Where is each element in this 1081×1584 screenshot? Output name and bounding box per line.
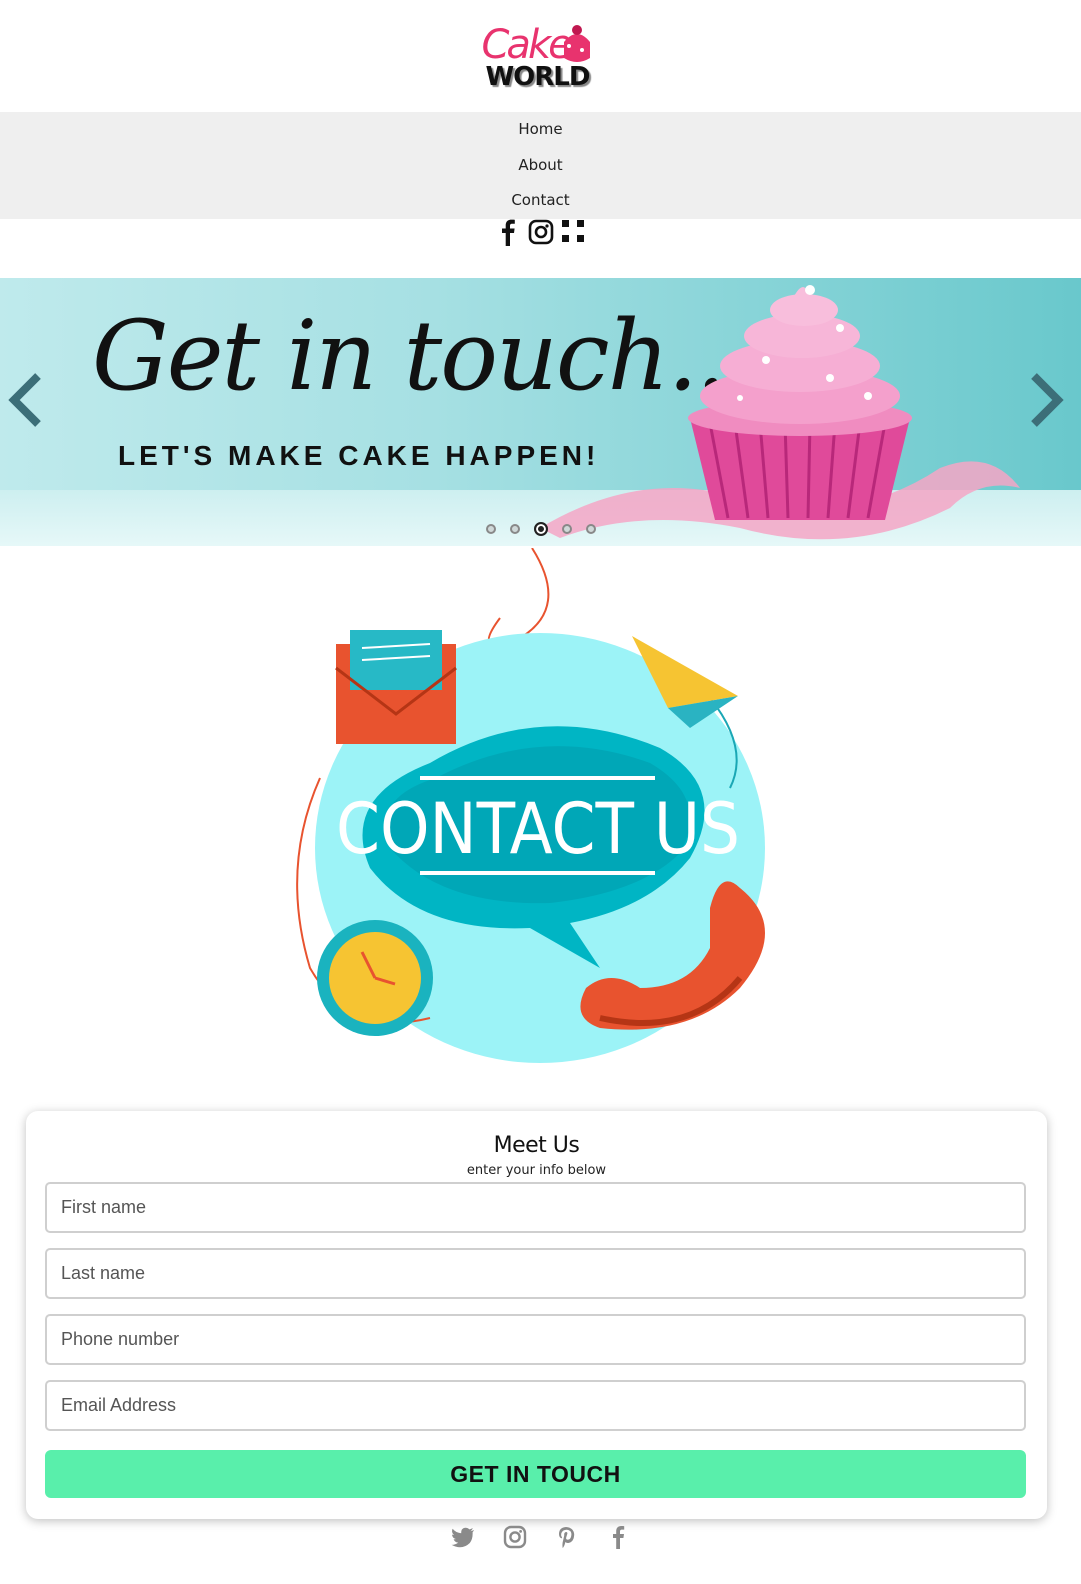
next-slide-icon[interactable] bbox=[1026, 370, 1066, 430]
slide-dot-5[interactable] bbox=[585, 524, 596, 534]
slide-indicators bbox=[0, 522, 1081, 536]
cupcake-image bbox=[688, 285, 912, 520]
form-subtitle: enter your info below bbox=[466, 1163, 607, 1178]
slide-dot-4[interactable] bbox=[561, 524, 572, 534]
form-title: Meet Us bbox=[493, 1133, 580, 1158]
get-in-touch-button[interactable]: GET IN TOUCH bbox=[45, 1450, 1026, 1498]
facebook-icon[interactable] bbox=[496, 218, 522, 246]
pinterest-icon[interactable] bbox=[554, 1524, 580, 1550]
email-input[interactable] bbox=[45, 1380, 1026, 1431]
nav-about[interactable]: About bbox=[0, 156, 1081, 174]
social-links-bottom bbox=[0, 1524, 1081, 1550]
menu-grid-icon[interactable] bbox=[560, 218, 586, 246]
contact-us-illustration: CONTACT US bbox=[296, 548, 765, 1063]
nav-contact[interactable]: Contact bbox=[0, 191, 1081, 209]
main-nav: Home About Contact bbox=[0, 112, 1081, 219]
last-name-input[interactable] bbox=[45, 1248, 1026, 1299]
first-name-input[interactable] bbox=[45, 1182, 1026, 1233]
twitter-icon[interactable] bbox=[450, 1524, 476, 1550]
hero-title: Get in touch... bbox=[92, 300, 755, 412]
slide-dot-1[interactable] bbox=[485, 524, 496, 534]
hero-slider: Get in touch... LET'S MAKE CAKE HAPPEN! bbox=[0, 278, 1081, 546]
nav-home[interactable]: Home bbox=[0, 120, 1081, 138]
envelope-icon bbox=[335, 630, 457, 744]
cake-world-logo[interactable]: Cake WORLD bbox=[476, 16, 606, 96]
phone-input[interactable] bbox=[45, 1314, 1026, 1365]
slide-dot-2[interactable] bbox=[509, 524, 520, 534]
social-links-top bbox=[0, 218, 1081, 246]
logo-text-world: WORLD bbox=[485, 62, 591, 92]
prev-slide-icon[interactable] bbox=[6, 370, 46, 430]
clock-icon bbox=[317, 920, 433, 1036]
header: Cake WORLD bbox=[0, 0, 1081, 112]
instagram-icon[interactable] bbox=[502, 1524, 528, 1550]
contact-form-card: Meet Us enter your info below GET IN TOU… bbox=[26, 1111, 1047, 1519]
slide-dot-3[interactable] bbox=[533, 522, 548, 536]
cake-logo-icon bbox=[563, 25, 590, 62]
facebook-icon[interactable] bbox=[606, 1524, 632, 1550]
instagram-icon[interactable] bbox=[528, 218, 554, 246]
contact-us-text: CONTACT US bbox=[336, 788, 740, 870]
